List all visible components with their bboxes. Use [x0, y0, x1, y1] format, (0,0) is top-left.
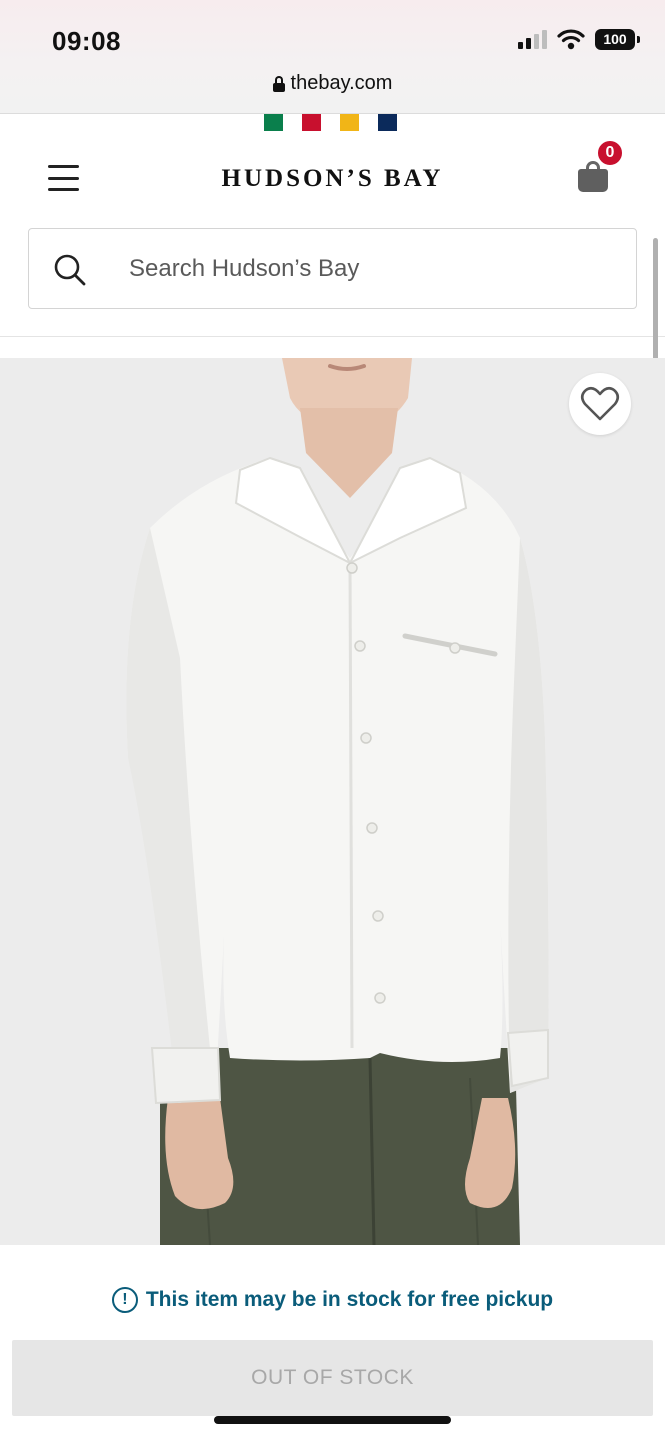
- battery-level: 100: [603, 31, 627, 47]
- header-divider: [0, 336, 665, 337]
- address-bar[interactable]: thebay.com: [0, 72, 665, 95]
- brand-stripes: [264, 114, 397, 131]
- status-time: 09:08: [52, 26, 121, 56]
- favorite-button[interactable]: [569, 373, 631, 435]
- url-text: thebay.com: [290, 72, 393, 94]
- stripe-red: [302, 114, 321, 131]
- search-input[interactable]: [129, 229, 609, 308]
- browser-chrome: 09:08 100 thebay.com: [0, 0, 665, 114]
- stripe-blue: [378, 114, 397, 131]
- brand-logo[interactable]: HUDSON’S BAY: [0, 165, 665, 193]
- pickup-availability[interactable]: ! This item may be in stock for free pic…: [0, 1287, 665, 1313]
- search-icon: [54, 254, 86, 286]
- home-indicator[interactable]: [214, 1416, 451, 1424]
- shirt-illustration: [126, 358, 549, 1245]
- out-of-stock-button[interactable]: OUT OF STOCK: [12, 1340, 653, 1416]
- lock-icon: [272, 75, 285, 92]
- wifi-icon: [557, 29, 585, 50]
- info-icon: !: [111, 1287, 138, 1313]
- product-photo[interactable]: [0, 358, 665, 1245]
- cart-count-badge: 0: [596, 139, 624, 167]
- heart-icon: [580, 386, 620, 421]
- status-icons: 100: [518, 28, 640, 50]
- stripe-green: [264, 114, 283, 131]
- search-box[interactable]: [28, 228, 637, 309]
- battery-icon: 100: [595, 28, 640, 50]
- pickup-text: This item may be in stock for free picku…: [145, 1288, 554, 1311]
- site-header: HUDSON’S BAY: [0, 131, 665, 231]
- stripe-yellow: [340, 114, 359, 131]
- signal-icon: [518, 29, 547, 49]
